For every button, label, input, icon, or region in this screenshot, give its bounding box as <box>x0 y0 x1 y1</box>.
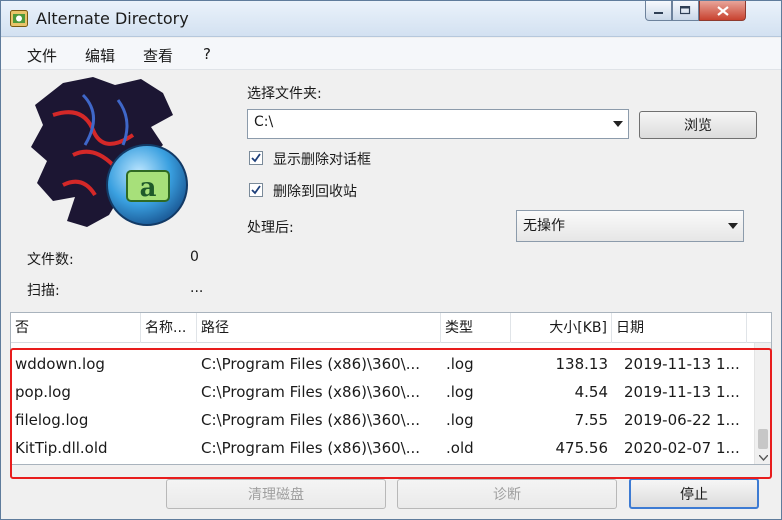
menu-view[interactable]: 查看 <box>143 45 173 66</box>
checkmark-icon <box>251 153 261 163</box>
cell-name: pop.log <box>15 383 71 401</box>
clean-disk-label: 清理磁盘 <box>248 487 304 503</box>
column-header-path[interactable]: 路径 <box>197 313 441 343</box>
cell-date: 2019-11-13 1... <box>624 383 740 401</box>
show-delete-dialog-checkbox[interactable] <box>249 151 263 165</box>
stop-label: 停止 <box>680 486 708 503</box>
column-header-date[interactable]: 日期 <box>612 313 747 343</box>
after-action-select[interactable]: 无操作 <box>516 210 744 242</box>
cell-path: C:\Program Files (x86)\360\... <box>201 383 421 401</box>
cell-size: 7.55 <box>574 411 608 429</box>
scan-value: ... <box>190 280 204 296</box>
clean-disk-button[interactable]: 清理磁盘 <box>166 479 386 509</box>
cell-date: 2020-02-07 1... <box>624 439 740 457</box>
menu-file[interactable]: 文件 <box>27 45 57 66</box>
diagnose-label: 诊断 <box>493 487 521 503</box>
column-header-name[interactable]: 名称... <box>141 313 197 343</box>
column-header-no[interactable]: 否 <box>11 313 141 343</box>
cell-type: .log <box>446 383 474 401</box>
minimize-icon <box>653 11 663 14</box>
cell-type: .log <box>446 411 474 429</box>
menu-help[interactable]: ? <box>203 45 211 63</box>
delete-to-recycle-label: 删除到回收站 <box>273 184 357 200</box>
table-row[interactable]: filelog.log C:\Program Files (x86)\360\.… <box>11 407 753 435</box>
after-action-value: 无操作 <box>523 218 565 234</box>
folder-label: 选择文件夹: <box>247 86 322 102</box>
cell-type: .log <box>446 355 474 373</box>
maximize-button[interactable] <box>672 1 699 21</box>
diagnose-button[interactable]: 诊断 <box>397 479 617 509</box>
table-row[interactable]: pop.log C:\Program Files (x86)\360\... .… <box>11 379 753 407</box>
delete-to-recycle-checkbox[interactable] <box>249 183 263 197</box>
browse-button[interactable]: 浏览 <box>639 111 757 139</box>
app-icon <box>10 10 28 27</box>
column-header-type[interactable]: 类型 <box>441 313 511 343</box>
svg-text:a: a <box>140 173 157 203</box>
cell-path: C:\Program Files (x86)\360\... <box>201 411 421 429</box>
folder-value: C:\ <box>254 114 274 130</box>
minimize-button[interactable] <box>645 1 672 21</box>
scrollbar-thumb[interactable] <box>758 429 768 449</box>
window-title: Alternate Directory <box>36 9 189 28</box>
table-row[interactable]: wddown.log C:\Program Files (x86)\360\..… <box>11 351 753 379</box>
close-icon <box>716 5 729 16</box>
cell-date: 2019-06-22 1... <box>624 411 740 429</box>
close-button[interactable] <box>699 1 746 21</box>
vertical-scrollbar[interactable] <box>754 343 771 464</box>
cell-path: C:\Program Files (x86)\360\... <box>201 355 421 373</box>
title-bar[interactable]: Alternate Directory <box>1 1 781 37</box>
scroll-down-icon[interactable] <box>759 455 768 461</box>
app-window: Alternate Directory 文件 编辑 查看 ? a 选择文件夹: … <box>0 0 782 520</box>
column-header-size[interactable]: 大小[KB] <box>511 313 612 343</box>
maximize-icon <box>680 6 691 15</box>
dropdown-arrow-icon <box>728 211 738 241</box>
folder-combobox[interactable]: C:\ <box>247 109 629 139</box>
table-row[interactable]: KitTip.dll.old C:\Program Files (x86)\36… <box>11 435 753 463</box>
scan-label: 扫描: <box>27 283 60 299</box>
table-body: wddown.log C:\Program Files (x86)\360\..… <box>11 343 753 464</box>
cell-name: KitTip.dll.old <box>15 439 108 457</box>
cell-type: .old <box>446 439 474 457</box>
cell-size: 138.13 <box>555 355 609 373</box>
cell-name: wddown.log <box>15 355 105 373</box>
app-logo: a <box>31 77 188 227</box>
show-delete-dialog-label: 显示删除对话框 <box>273 152 371 168</box>
stop-button[interactable]: 停止 <box>629 478 759 509</box>
after-label: 处理后: <box>247 220 294 236</box>
browse-label: 浏览 <box>684 118 712 134</box>
cell-name: filelog.log <box>15 411 89 429</box>
menu-bar: 文件 编辑 查看 ? <box>1 38 781 70</box>
table-header: 否 名称... 路径 类型 大小[KB] 日期 <box>11 313 771 343</box>
file-count-value: 0 <box>190 249 199 265</box>
menu-edit[interactable]: 编辑 <box>85 45 115 66</box>
checkmark-icon <box>251 185 261 195</box>
cell-size: 4.54 <box>574 383 608 401</box>
cell-date: 2019-11-13 1... <box>624 355 740 373</box>
cell-size: 475.56 <box>555 439 609 457</box>
file-count-label: 文件数: <box>27 252 74 268</box>
dropdown-arrow-icon <box>613 110 623 138</box>
results-table[interactable]: 否 名称... 路径 类型 大小[KB] 日期 wddown.log C:\Pr… <box>10 312 772 465</box>
cell-path: C:\Program Files (x86)\360\... <box>201 439 421 457</box>
